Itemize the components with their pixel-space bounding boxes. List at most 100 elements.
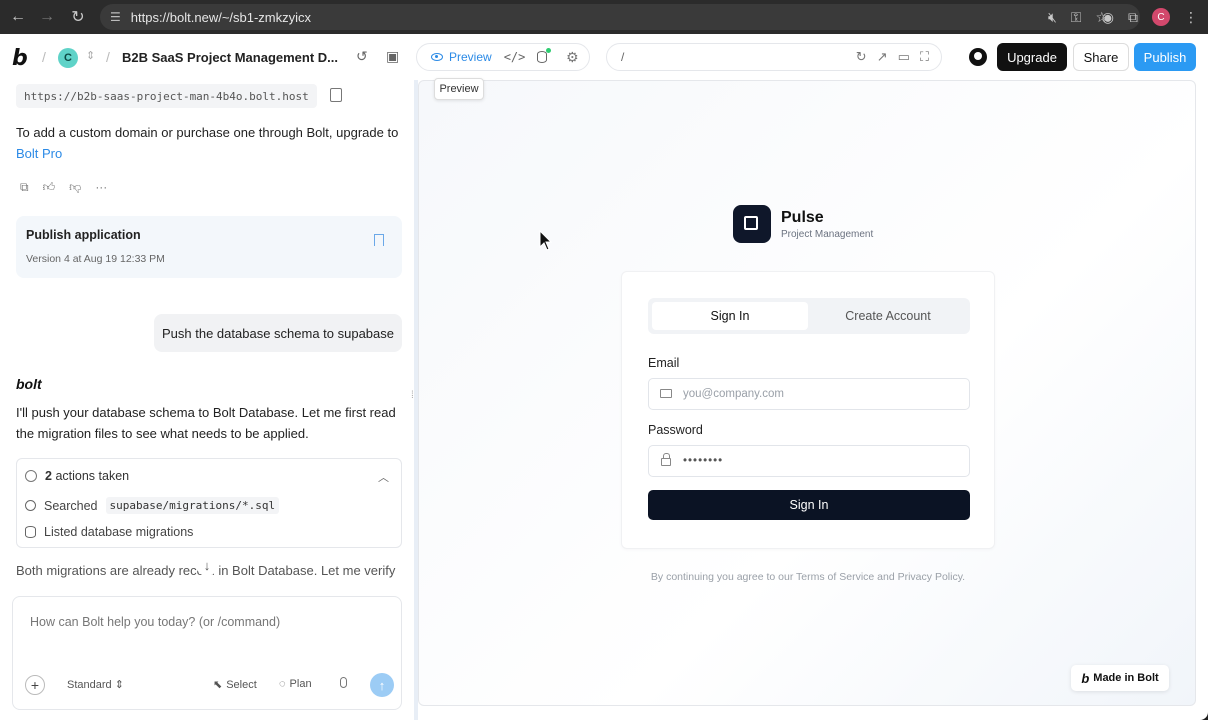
password-value: •••••••• — [683, 455, 724, 467]
published-url[interactable]: https://b2b-saas-project-man-4b4o.bolt.h… — [16, 84, 317, 108]
action-item: Searched supabase/migrations/*.sql — [25, 497, 280, 514]
custom-domain-message: To add a custom domain or purchase one t… — [16, 122, 408, 164]
plan-button[interactable]: ◌ Plan — [279, 678, 312, 690]
chevron-up-icon[interactable]: ︿ — [378, 469, 389, 485]
mouse-cursor-icon — [539, 229, 553, 255]
eye-icon — [431, 53, 443, 61]
publish-button[interactable]: Publish — [1134, 43, 1196, 71]
profile-avatar[interactable]: C — [1152, 8, 1170, 26]
key-icon[interactable]: ⚿ — [1071, 9, 1082, 26]
search-icon — [25, 500, 36, 511]
browser-toolbar: ← → ↻ ☰ https://bolt.new/~/sb1-zmkzyicx … — [0, 0, 1208, 34]
omnibox-actions: 🔇︎ ⚿ ☆ — [1048, 4, 1108, 30]
project-avatar[interactable]: C — [58, 48, 78, 68]
email-placeholder: you@company.com — [683, 388, 784, 400]
publish-card-title: Publish application — [26, 228, 141, 242]
clipboard-icon[interactable] — [330, 88, 342, 102]
mode-value: Standard — [67, 679, 112, 691]
preview-frame: Pulse Project Management Sign In Create … — [418, 80, 1196, 706]
devices-icon[interactable]: ▭ — [898, 49, 910, 65]
pulse-logo-icon — [733, 205, 771, 243]
preview-tooltip: Preview — [434, 78, 484, 100]
history-icon[interactable]: ↺ — [356, 48, 368, 65]
tab-preview[interactable]: Preview — [431, 50, 492, 64]
action-verb: Searched — [44, 498, 98, 513]
microphone-icon[interactable] — [340, 677, 347, 688]
project-title[interactable]: B2B SaaS Project Management D... — [122, 50, 338, 65]
tab-create-account[interactable]: Create Account — [810, 302, 966, 330]
user-message: Push the database schema to supabase — [154, 314, 402, 352]
tab-sign-in[interactable]: Sign In — [652, 302, 808, 330]
brand-name: Pulse — [781, 209, 824, 226]
external-link-icon[interactable]: ↗ — [877, 49, 888, 65]
terms-text: By continuing you agree to our Terms of … — [650, 571, 966, 583]
share-button[interactable]: Share — [1073, 43, 1129, 71]
upgrade-button[interactable]: Upgrade — [997, 43, 1067, 71]
forward-icon[interactable]: → — [33, 3, 61, 31]
refresh-icon[interactable]: ↻ — [856, 49, 867, 65]
thumbs-down-icon[interactable]: 👎︎ — [69, 180, 81, 195]
database-icon[interactable] — [537, 48, 552, 63]
prompt-composer[interactable]: How can Bolt help you today? (or /comman… — [12, 596, 402, 710]
mail-icon — [660, 389, 672, 398]
muted-icon[interactable]: 🔇︎ — [1048, 9, 1057, 26]
gear-icon[interactable]: ⚙ — [566, 49, 579, 66]
puzzle-icon[interactable]: ⧉ — [1128, 9, 1138, 26]
extensions-area: ◉ ⧉ C ⋮ — [1102, 4, 1198, 30]
action-detail: supabase/migrations/*.sql — [105, 497, 280, 514]
separator: / — [106, 49, 110, 65]
address-bar[interactable]: ☰ https://bolt.new/~/sb1-zmkzyicx — [100, 4, 1140, 30]
app-header: b / C ⇕ / B2B SaaS Project Management D.… — [0, 34, 1208, 80]
assistant-name: bolt — [16, 376, 42, 392]
thumbs-up-icon[interactable]: 👍︎ — [43, 180, 56, 195]
cursor-select-icon: ⬉ — [213, 679, 223, 691]
prompt-placeholder[interactable]: How can Bolt help you today? (or /comman… — [30, 615, 280, 629]
bolt-pro-link[interactable]: Bolt Pro — [16, 146, 62, 161]
site-settings-icon[interactable]: ☰ — [110, 10, 121, 24]
action-item: Listed database migrations — [25, 525, 193, 539]
email-field[interactable]: you@company.com — [648, 378, 970, 410]
github-icon[interactable] — [969, 48, 987, 66]
password-field[interactable]: •••••••• — [648, 445, 970, 477]
actions-summary[interactable]: 2 actions taken ︿ Searched supabase/migr… — [16, 458, 402, 548]
resize-handle-icon[interactable]: ⁞ — [411, 390, 414, 401]
actions-label: actions taken — [55, 469, 130, 483]
bookmark-icon[interactable] — [374, 234, 384, 246]
more-menu-icon[interactable]: ⋮ — [1184, 9, 1198, 26]
actions-header[interactable]: 2 actions taken — [25, 469, 129, 483]
select-tool-button[interactable]: ⬉ Select — [213, 678, 257, 692]
bolt-logo[interactable]: b — [12, 46, 28, 71]
scroll-down-arrow-icon[interactable]: ↓ — [196, 554, 218, 576]
message-actions: ⧉ 👍︎ 👎︎ ··· — [20, 180, 107, 195]
sign-in-button[interactable]: Sign In — [648, 490, 970, 520]
publish-card-subtitle: Version 4 at Aug 19 12:33 PM — [26, 253, 165, 265]
mode-select[interactable]: Standard ⇕ — [67, 678, 124, 691]
database-icon — [25, 526, 36, 538]
back-icon[interactable]: ← — [4, 3, 32, 31]
plan-label: Plan — [289, 678, 312, 690]
preview-path-input[interactable]: / ↻ ↗ ▭ ⛶ — [606, 43, 942, 71]
select-label: Select — [226, 678, 257, 691]
reload-icon[interactable]: ↻ — [64, 3, 92, 31]
email-label: Email — [648, 356, 680, 370]
password-label: Password — [648, 423, 703, 437]
sidebar-toggle-icon[interactable]: ▣ — [386, 48, 399, 65]
action-verb: Listed database migrations — [44, 525, 194, 539]
bolt-app: b / C ⇕ / B2B SaaS Project Management D.… — [0, 34, 1208, 720]
add-attachment-button[interactable]: + — [25, 675, 45, 695]
chevron-updown-icon[interactable]: ⇕ — [86, 49, 95, 62]
custom-domain-text: To add a custom domain or purchase one t… — [16, 125, 399, 140]
preview-actions: ↻ ↗ ▭ ⛶ — [856, 49, 929, 65]
made-in-label: Made in Bolt — [1093, 672, 1159, 684]
extension-icon[interactable]: ◉ — [1102, 9, 1114, 26]
send-button[interactable]: ↑ — [370, 673, 394, 697]
copy-icon[interactable]: ⧉ — [20, 180, 29, 195]
code-icon[interactable]: </> — [504, 50, 526, 64]
made-in-bolt-badge[interactable]: b Made in Bolt — [1071, 665, 1169, 691]
more-icon[interactable]: ··· — [95, 180, 107, 195]
bulb-icon: ◌ — [279, 678, 286, 690]
fullscreen-icon[interactable]: ⛶ — [920, 49, 929, 65]
assistant-message: I'll push your database schema to Bolt D… — [16, 405, 396, 441]
brand-subtitle: Project Management — [781, 229, 874, 240]
publish-card[interactable]: Publish application Version 4 at Aug 19 … — [16, 216, 402, 278]
